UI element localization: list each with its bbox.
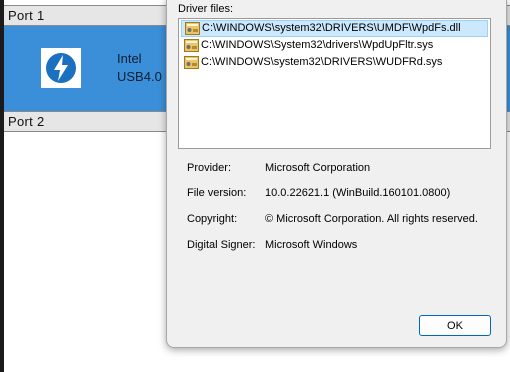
file-version-label: File version: (187, 187, 247, 199)
port1-device-name: Intel USB4.0 (117, 50, 162, 86)
driver-file-path: C:\WINDOWS\system32\DRIVERS\UMDF\WpdFs.d… (202, 22, 461, 34)
driver-file-path: C:\WINDOWS\System32\drivers\WpdUpFltr.sy… (201, 39, 434, 51)
ok-button[interactable]: OK (419, 315, 491, 336)
port2-title: Port 2 (8, 114, 45, 129)
screen: Port 1 Intel USB4.0 Port 2 Driver files: (0, 0, 510, 372)
file-version-value: 10.0.22621.1 (WinBuild.160101.0800) (265, 187, 451, 199)
digital-signer-value: Microsoft Windows (265, 239, 358, 251)
driver-file-path: C:\WINDOWS\system32\DRIVERS\WUDFRd.sys (201, 56, 443, 68)
driver-file-icon (185, 22, 200, 35)
driver-file-details-dialog: Driver files: C:\WINDOWS\system32\DRIVER… (166, 0, 507, 348)
digital-signer-label: Digital Signer: (187, 239, 256, 251)
driver-file-row[interactable]: C:\WINDOWS\System32\drivers\WpdUpFltr.sy… (181, 38, 488, 55)
device-line2: USB4.0 (117, 69, 162, 84)
copyright-value: © Microsoft Corporation. All rights rese… (265, 213, 478, 225)
provider-value: Microsoft Corporation (265, 162, 371, 174)
driver-file-icon (184, 39, 199, 52)
driver-files-list[interactable]: C:\WINDOWS\system32\DRIVERS\UMDF\WpdFs.d… (178, 18, 491, 149)
driver-file-icon (184, 56, 199, 69)
provider-label: Provider: (187, 162, 232, 174)
thunderbolt-logo-icon (41, 48, 81, 88)
copyright-label: Copyright: (187, 213, 238, 225)
device-line1: Intel (117, 51, 142, 66)
driver-file-row[interactable]: C:\WINDOWS\system32\DRIVERS\WUDFRd.sys (181, 55, 488, 72)
driver-files-label: Driver files: (178, 3, 234, 15)
driver-file-row[interactable]: C:\WINDOWS\system32\DRIVERS\UMDF\WpdFs.d… (181, 20, 488, 37)
port1-title: Port 1 (8, 8, 45, 23)
